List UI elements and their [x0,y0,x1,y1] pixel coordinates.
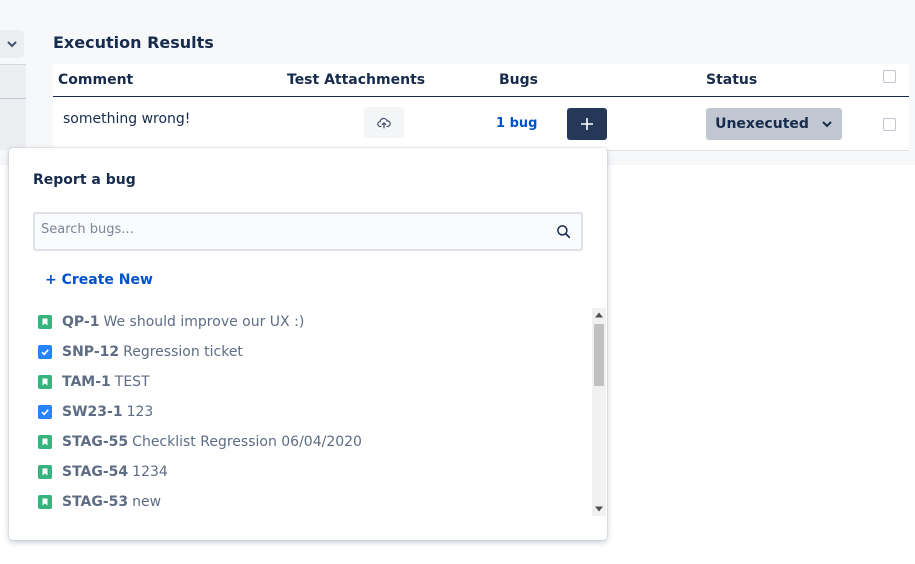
status-dropdown[interactable]: Unexecuted [706,108,842,140]
add-bug-button[interactable] [567,108,607,140]
bug-list: QP-1 We should improve our UX :) SNP-12 … [33,308,593,516]
cloud-upload-icon [377,117,391,128]
issue-key: QP-1 [62,314,100,330]
section-title: Execution Results [53,33,214,52]
list-item[interactable]: STAG-53 new [33,491,573,513]
issue-key: SNP-12 [62,344,120,360]
status-value: Unexecuted [715,116,809,132]
issue-key: STAG-55 [62,434,129,450]
page: Execution Results Comment Test Attachmen… [0,0,915,564]
list-item[interactable]: STAG-55 Checklist Regression 06/04/2020 [33,431,573,453]
bug-count-link[interactable]: 1 bug [496,116,537,131]
plus-icon [581,118,593,130]
list-item[interactable]: STAG-54 1234 [33,461,573,483]
popup-title: Report a bug [33,172,136,188]
collapse-panel-button[interactable] [0,30,24,58]
issue-summary: Checklist Regression 06/04/2020 [132,434,362,450]
issue-summary: Regression ticket [123,344,243,360]
column-header-attachments: Test Attachments [287,72,426,88]
story-icon [38,375,52,389]
issue-summary: TEST [114,374,150,390]
search-input[interactable] [41,222,541,237]
upload-attachment-button[interactable] [364,107,404,138]
column-header-bugs: Bugs [499,72,538,88]
list-scrollbar[interactable] [592,308,606,516]
issue-summary: We should improve our UX :) [103,314,305,330]
row-checkbox[interactable] [883,118,896,131]
create-new-link[interactable]: + Create New [45,272,153,288]
issue-summary: 1234 [132,464,168,480]
list-item[interactable]: QP-1 We should improve our UX :) [33,311,573,333]
list-item[interactable]: SW23-1 123 [33,401,573,423]
table-header: Comment Test Attachments Bugs Status [53,64,909,97]
column-header-comment: Comment [58,72,134,88]
list-item[interactable]: SNP-12 Regression ticket [33,341,573,363]
issue-key: SW23-1 [62,404,123,420]
issue-key: STAG-54 [62,464,129,480]
story-icon [38,435,52,449]
issue-key: STAG-53 [62,494,129,510]
scroll-down-arrow-icon[interactable] [592,502,606,516]
search-icon[interactable] [556,224,571,239]
story-icon [38,495,52,509]
comment-text: something wrong! [63,111,191,127]
story-icon [38,315,52,329]
issue-summary: new [132,494,162,510]
select-all-checkbox[interactable] [883,70,896,83]
task-icon [38,345,52,359]
issue-key: TAM-1 [62,374,111,390]
scroll-thumb[interactable] [594,324,604,386]
column-header-status: Status [706,72,758,88]
chevron-down-icon [822,121,832,128]
execution-results-table: Comment Test Attachments Bugs Status som… [53,64,909,151]
report-bug-popup: Report a bug + Create New QP-1 We should… [9,148,607,540]
search-field[interactable] [33,212,583,251]
story-icon [38,465,52,479]
chevron-down-icon [7,41,17,48]
left-panel-stub [0,64,26,150]
list-item[interactable]: TAM-1 TEST [33,371,573,393]
issue-summary: 123 [126,404,154,420]
scroll-up-arrow-icon[interactable] [592,308,606,322]
table-row: something wrong! 1 bug Unexecuted [53,98,909,151]
task-icon [38,405,52,419]
